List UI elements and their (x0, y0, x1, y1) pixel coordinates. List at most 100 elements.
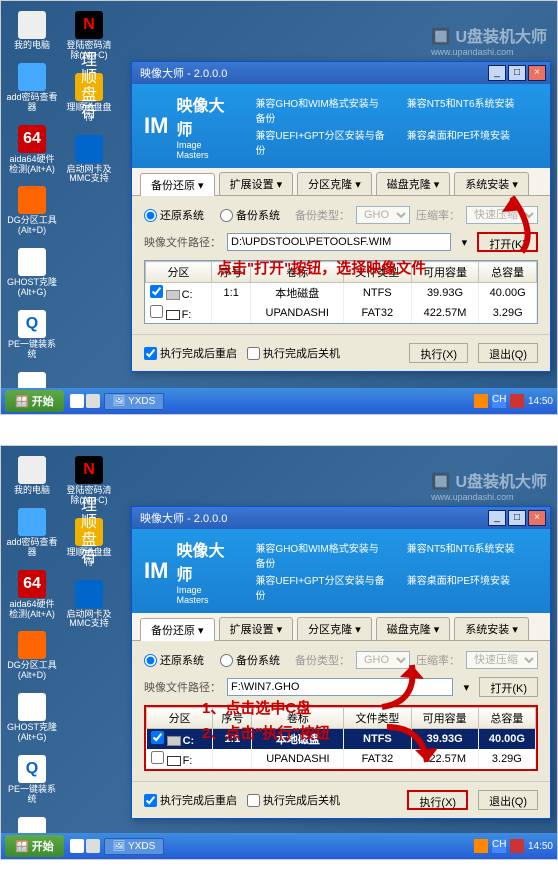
desktop-icon[interactable]: 启动网卡及MMC支持 (63, 135, 115, 185)
table-row[interactable]: F:UPANDASHIFAT32422.57M3.29G (146, 303, 537, 323)
tray-icon[interactable] (510, 394, 524, 408)
column-header[interactable]: 文件类型 (344, 708, 411, 729)
desktop-icon[interactable]: 启动网卡及MMC支持 (63, 580, 115, 630)
backup-type-label: 备份类型： (295, 652, 350, 668)
titlebar[interactable]: 映像大师 - 2.0.0.0 _ □ × (132, 507, 550, 529)
tab[interactable]: 扩展设置 ▾ (219, 172, 294, 195)
icon-label: GHOST克隆(Alt+G) (6, 723, 58, 743)
tab[interactable]: 分区克隆 ▾ (297, 617, 372, 640)
logo-icon: IM (144, 113, 168, 139)
restart-checkbox[interactable]: 执行完成后重启 (144, 792, 237, 808)
desktop-icon[interactable]: GHOST克隆(Alt+G) (6, 248, 58, 298)
minimize-button[interactable]: _ (488, 65, 506, 81)
cell: UPANDASHI (252, 749, 344, 769)
ql-icon[interactable] (86, 839, 100, 853)
cell: NTFS (344, 729, 411, 750)
radio-backup[interactable]: 备份系统 (220, 207, 280, 223)
shutdown-checkbox[interactable]: 执行完成后关机 (247, 345, 340, 361)
icon-label: 理顺磁盘盘符 (63, 103, 115, 123)
usb-icon (167, 756, 181, 766)
row-checkbox[interactable] (150, 305, 163, 318)
desktop-icons-col1: 我的电脑 add密码查看器 64aida64硬件检测(Alt+A) DG分区工具(Al… (6, 11, 58, 415)
column-header[interactable]: 总容量 (478, 708, 535, 729)
cell: 39.93G (411, 729, 478, 750)
maximize-button[interactable]: □ (508, 510, 526, 526)
desktop-icon[interactable]: 理顺 盘符理顺磁盘盘符 (63, 73, 115, 123)
shutdown-checkbox[interactable]: 执行完成后关机 (247, 792, 340, 808)
desktop-icon[interactable]: 理顺 盘符理顺磁盘盘符 (63, 518, 115, 568)
desktop-icon[interactable]: 64aida64硬件检测(Alt+A) (6, 125, 58, 175)
taskbar-item[interactable]: 🖼 YXDS (104, 393, 165, 410)
table-row[interactable]: F:UPANDASHIFAT32422.57M3.29G (147, 749, 536, 769)
icon-label: add密码查看器 (6, 538, 58, 558)
taskbar-item[interactable]: 🖼 YXDS (104, 838, 165, 855)
app-icon (75, 135, 103, 163)
tab[interactable]: 系统安装 ▾ (454, 617, 529, 640)
tray-icon[interactable] (474, 394, 488, 408)
desktop-icon[interactable]: add密码查看器 (6, 63, 58, 113)
app-banner: IM 映像大师 Image Masters 兼容GHO和WIM格式安装与备份兼容… (132, 529, 550, 613)
app-icon (75, 580, 103, 608)
column-header[interactable]: 分区 (146, 262, 212, 283)
close-button[interactable]: × (528, 65, 546, 81)
execute-button[interactable]: 执行(X) (409, 343, 468, 363)
desktop-icon[interactable]: DG分区工具(Alt+D) (6, 186, 58, 236)
desktop-icon[interactable]: 我的电脑 (6, 456, 58, 496)
table-row[interactable]: C:1:1本地磁盘NTFS39.93G40.00G (146, 283, 537, 304)
tab[interactable]: 扩展设置 ▾ (219, 617, 294, 640)
row-checkbox[interactable] (151, 731, 164, 744)
path-input[interactable] (227, 233, 451, 251)
maximize-button[interactable]: □ (508, 65, 526, 81)
start-button[interactable]: 🪟 开始 (5, 835, 64, 857)
minimize-button[interactable]: _ (488, 510, 506, 526)
table-row[interactable]: C:1:1本地磁盘NTFS39.93G40.00G (147, 729, 536, 750)
footer: 执行完成后重启 执行完成后关机 执行(X) 退出(Q) (132, 781, 550, 818)
ql-icon[interactable] (70, 394, 84, 408)
path-input[interactable] (227, 678, 453, 696)
desktop-icon[interactable]: QPE一键装系统 (6, 310, 58, 360)
tab[interactable]: 备份还原 ▾ (140, 173, 215, 196)
exit-button[interactable]: 退出(Q) (478, 343, 538, 363)
desktop-icon[interactable]: 我的电脑 (6, 11, 58, 51)
ql-icon[interactable] (70, 839, 84, 853)
column-header[interactable]: 卷标 (252, 708, 344, 729)
tray-icon[interactable]: CH (492, 394, 506, 408)
execute-button[interactable]: 执行(X) (407, 790, 468, 810)
column-header[interactable]: 可用容量 (411, 708, 478, 729)
restart-checkbox[interactable]: 执行完成后重启 (144, 345, 237, 361)
tab[interactable]: 磁盘克隆 ▾ (376, 617, 451, 640)
desktop-icon[interactable]: 64aida64硬件检测(Alt+A) (6, 570, 58, 620)
open-button[interactable]: 打开(K) (477, 232, 538, 252)
column-header[interactable]: 卷标 (251, 262, 343, 283)
column-header[interactable]: 序号 (213, 708, 252, 729)
drive-icon (167, 736, 181, 746)
tab[interactable]: 分区克隆 ▾ (297, 172, 372, 195)
tab[interactable]: 磁盘克隆 ▾ (376, 172, 451, 195)
close-button[interactable]: × (528, 510, 546, 526)
tray-icon[interactable] (474, 839, 488, 853)
column-header[interactable]: 序号 (211, 262, 251, 283)
row-checkbox[interactable] (151, 751, 164, 764)
row-checkbox[interactable] (150, 285, 163, 298)
open-button[interactable]: 打开(K) (479, 677, 538, 697)
tray-icon[interactable] (510, 839, 524, 853)
desktop-icon[interactable]: DG分区工具(Alt+D) (6, 631, 58, 681)
start-button[interactable]: 🪟 开始 (5, 390, 64, 412)
tray-icon[interactable]: CH (492, 839, 506, 853)
brand-cn: 映像大师 (176, 92, 235, 140)
column-header[interactable]: 文件类型 (343, 262, 411, 283)
column-header[interactable]: 可用容量 (411, 262, 479, 283)
titlebar[interactable]: 映像大师 - 2.0.0.0 _ □ × (132, 62, 550, 84)
radio-backup[interactable]: 备份系统 (220, 652, 280, 668)
radio-restore[interactable]: 还原系统 (144, 207, 204, 223)
column-header[interactable]: 分区 (147, 708, 213, 729)
tab[interactable]: 备份还原 ▾ (140, 618, 215, 641)
ql-icon[interactable] (86, 394, 100, 408)
desktop-icon[interactable]: GHOST克隆(Alt+G) (6, 693, 58, 743)
column-header[interactable]: 总容量 (479, 262, 537, 283)
radio-restore[interactable]: 还原系统 (144, 652, 204, 668)
desktop-icon[interactable]: QPE一键装系统 (6, 755, 58, 805)
exit-button[interactable]: 退出(Q) (478, 790, 538, 810)
tab[interactable]: 系统安装 ▾ (454, 172, 529, 195)
desktop-icon[interactable]: add密码查看器 (6, 508, 58, 558)
